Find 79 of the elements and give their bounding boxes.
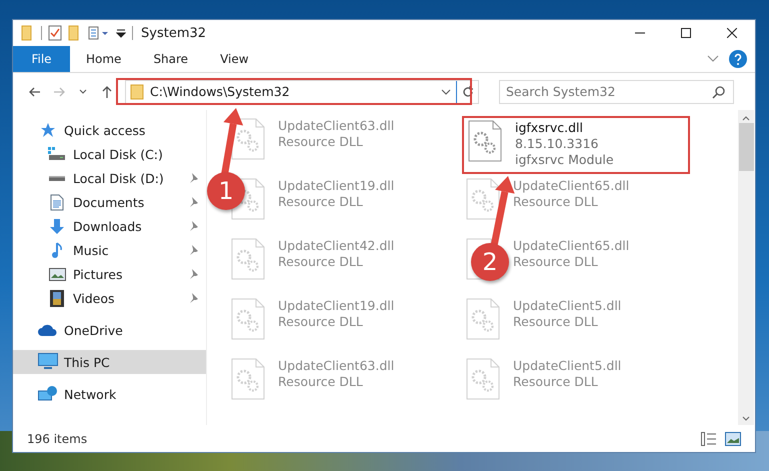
ribbon-tab[interactable]: View xyxy=(204,46,265,72)
forward-icon xyxy=(52,84,66,98)
expand-ribbon-icon[interactable] xyxy=(707,55,719,63)
nav-item[interactable]: Downloads xyxy=(13,214,206,238)
file-name: UpdateClient42.dll xyxy=(278,238,394,254)
dropdown-caret-icon xyxy=(441,88,451,94)
file-gear-icon xyxy=(231,118,265,160)
star-icon xyxy=(40,122,56,138)
properties-icon[interactable] xyxy=(48,25,62,41)
file-gear-icon xyxy=(231,238,265,280)
file-detail: Resource DLL xyxy=(278,374,364,390)
scrollbar-thumb[interactable] xyxy=(738,123,754,171)
file-detail: Resource DLL xyxy=(278,254,364,270)
file-gear-icon xyxy=(231,298,265,340)
file-detail: Resource DLL xyxy=(513,194,599,210)
item-count: 196 items xyxy=(27,432,88,446)
address-field[interactable]: C:\Windows\System32 xyxy=(125,80,479,104)
file-gear-icon xyxy=(466,178,500,220)
file-gear-icon xyxy=(468,120,502,162)
picture-icon xyxy=(48,268,66,280)
drive-icon xyxy=(48,174,66,182)
nav-item[interactable]: Videos xyxy=(13,286,206,310)
file-name: UpdateClient63.dll xyxy=(278,118,394,134)
file-name: UpdateClient63.dll xyxy=(278,358,394,374)
close-icon xyxy=(727,28,737,38)
file-name: igfxsrvc.dll xyxy=(515,120,584,136)
nav-item[interactable]: Local Disk (C:) xyxy=(13,142,206,166)
file-gear-icon xyxy=(231,358,265,400)
file-detail: igfxsrvc Module xyxy=(515,152,614,168)
ribbon-tab[interactable]: Home xyxy=(70,46,138,72)
refresh-icon xyxy=(462,86,474,98)
file-name: UpdateClient5.dll xyxy=(513,358,622,374)
up-icon xyxy=(100,84,114,98)
file-name: UpdateClient5.dll xyxy=(513,298,622,314)
nav-item[interactable]: Music xyxy=(13,238,206,262)
details-view-icon[interactable] xyxy=(701,432,717,446)
file-detail: Resource DLL xyxy=(278,194,364,210)
scroll-down-icon xyxy=(742,416,750,421)
music-note-icon xyxy=(51,242,63,258)
file-detail: Resource DLL xyxy=(513,314,599,330)
file-gear-icon xyxy=(466,358,500,400)
search-field[interactable]: Search System32 xyxy=(499,80,734,104)
file-detail: Resource DLL xyxy=(513,254,599,270)
file-detail: 8.15.10.3316 xyxy=(515,136,600,152)
maximize-icon xyxy=(681,28,691,38)
nav-item[interactable]: Local Disk (D:) xyxy=(13,166,206,190)
folder-icon xyxy=(130,84,144,100)
file-gear-icon xyxy=(466,298,500,340)
view-dropdown-icon[interactable] xyxy=(88,26,110,40)
nav-item[interactable]: This PC xyxy=(13,350,206,374)
cloud-icon xyxy=(38,324,58,336)
file-name: UpdateClient19.dll xyxy=(278,178,394,194)
file-name: UpdateClient65.dll xyxy=(513,178,630,194)
nav-item[interactable]: Quick access xyxy=(13,118,206,142)
computer-icon xyxy=(38,353,58,371)
pointer-arrow xyxy=(490,176,515,247)
network-icon xyxy=(38,385,58,403)
film-icon xyxy=(50,290,64,306)
nav-item[interactable]: OneDrive xyxy=(13,318,206,342)
nav-item[interactable]: Network xyxy=(13,382,206,406)
scroll-up-icon xyxy=(742,116,750,121)
customize-dropdown-icon[interactable] xyxy=(116,28,126,38)
ribbon-tab[interactable]: Share xyxy=(137,46,204,72)
file-detail: Resource DLL xyxy=(278,314,364,330)
file-menu-tab[interactable]: File xyxy=(13,46,70,72)
nav-item[interactable]: Documents xyxy=(13,190,206,214)
search-icon xyxy=(712,84,726,98)
nav-item[interactable]: Pictures xyxy=(13,262,206,286)
file-detail: Resource DLL xyxy=(278,134,364,150)
large-icons-view-icon[interactable] xyxy=(725,432,741,446)
file-name: UpdateClient19.dll xyxy=(278,298,394,314)
file-detail: Resource DLL xyxy=(513,374,599,390)
download-arrow-icon xyxy=(49,218,65,234)
back-icon xyxy=(28,84,42,98)
document-icon xyxy=(50,194,64,210)
window-title: System32 xyxy=(141,26,206,40)
file-name: UpdateClient65.dll xyxy=(513,238,630,254)
help-icon[interactable] xyxy=(729,50,747,68)
drive-icon xyxy=(48,147,66,161)
